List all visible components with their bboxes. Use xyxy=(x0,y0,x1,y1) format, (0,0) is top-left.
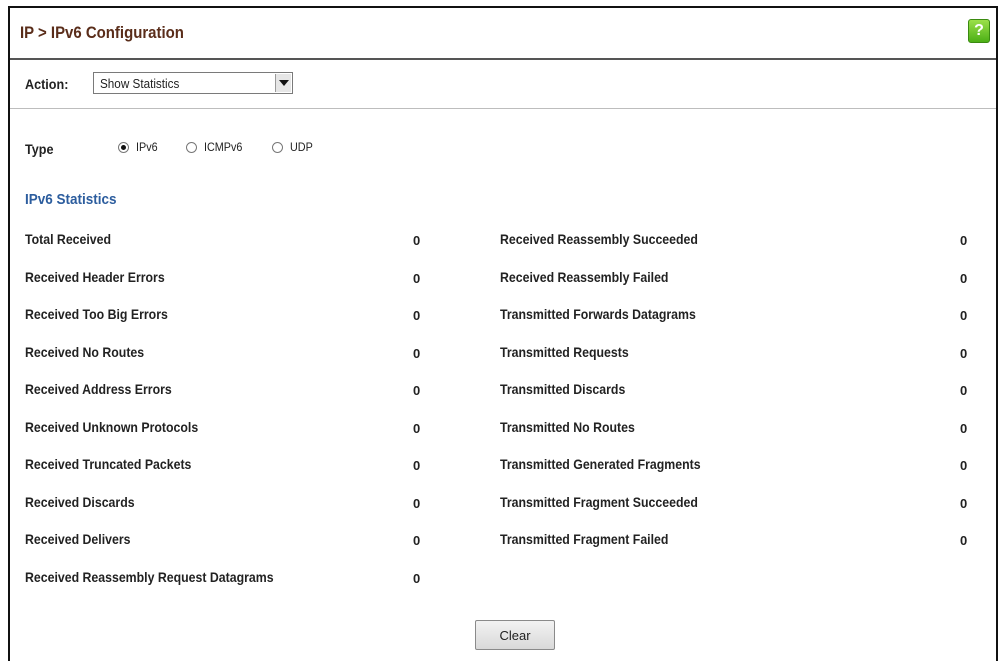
stat-value: 0 xyxy=(413,383,421,398)
help-icon[interactable]: ? xyxy=(968,19,990,43)
stat-label: Received Discards xyxy=(25,494,135,510)
stat-label: Received Delivers xyxy=(25,531,131,547)
stat-label: Received Reassembly Succeeded xyxy=(500,231,698,247)
stat-value: 0 xyxy=(960,346,968,361)
stat-value: 0 xyxy=(413,308,421,323)
action-select-value: Show Statistics xyxy=(100,76,180,91)
stat-value: 0 xyxy=(413,496,421,511)
stat-label: Received Header Errors xyxy=(25,269,165,285)
radio-icmpv6[interactable]: ICMPv6 xyxy=(186,140,247,154)
stat-value: 0 xyxy=(960,533,968,548)
type-row: Type IPv6 ICMPv6 UDP xyxy=(10,138,610,158)
stat-label: Transmitted Fragment Failed xyxy=(500,531,669,547)
clear-button[interactable]: Clear xyxy=(475,620,555,650)
stat-label: Transmitted Requests xyxy=(500,344,629,360)
action-bar: Action: Show Statistics xyxy=(10,60,996,109)
stat-value: 0 xyxy=(960,233,968,248)
stat-label: Total Received xyxy=(25,231,112,247)
radio-ipv6-label: IPv6 xyxy=(136,140,158,154)
stat-value: 0 xyxy=(413,271,421,286)
stat-label: Received Reassembly Request Datagrams xyxy=(25,569,274,585)
radio-icmpv6-button[interactable] xyxy=(186,141,197,153)
stat-value: 0 xyxy=(960,383,968,398)
action-select[interactable]: Show Statistics xyxy=(93,72,293,94)
stat-label: Transmitted Discards xyxy=(500,381,626,397)
config-panel: IP > IPv6 Configuration ? Action: Show S… xyxy=(8,6,998,661)
type-label: Type xyxy=(25,141,54,157)
stat-label: Transmitted Fragment Succeeded xyxy=(500,494,698,510)
stat-value: 0 xyxy=(413,421,421,436)
radio-udp-label: UDP xyxy=(290,140,313,154)
stat-label: Received Too Big Errors xyxy=(25,306,168,322)
stat-label: Transmitted Forwards Datagrams xyxy=(500,306,696,322)
chevron-down-icon[interactable] xyxy=(275,74,291,92)
stat-value: 0 xyxy=(960,421,968,436)
stat-label: Received Unknown Protocols xyxy=(25,419,199,435)
stat-value: 0 xyxy=(413,346,421,361)
stat-value: 0 xyxy=(413,458,421,473)
radio-udp-button[interactable] xyxy=(272,141,283,153)
stat-value: 0 xyxy=(413,533,421,548)
stat-label: Received Reassembly Failed xyxy=(500,269,669,285)
radio-udp[interactable]: UDP xyxy=(272,140,315,154)
section-title: IPv6 Statistics xyxy=(25,191,117,208)
radio-ipv6-button[interactable] xyxy=(118,141,129,153)
stat-label: Transmitted No Routes xyxy=(500,419,635,435)
stat-value: 0 xyxy=(413,233,421,248)
stat-label: Received No Routes xyxy=(25,344,145,360)
title-bar: IP > IPv6 Configuration ? xyxy=(10,8,996,60)
stat-label: Transmitted Generated Fragments xyxy=(500,456,701,472)
radio-icmpv6-label: ICMPv6 xyxy=(204,140,243,154)
stat-value: 0 xyxy=(960,308,968,323)
stat-value: 0 xyxy=(960,458,968,473)
page-title: IP > IPv6 Configuration xyxy=(20,23,184,42)
stat-label: Received Address Errors xyxy=(25,381,172,397)
stat-value: 0 xyxy=(960,271,968,286)
action-label: Action: xyxy=(25,76,69,92)
stat-value: 0 xyxy=(413,571,421,586)
radio-ipv6[interactable]: IPv6 xyxy=(118,140,160,154)
stat-label: Received Truncated Packets xyxy=(25,456,192,472)
stat-value: 0 xyxy=(960,496,968,511)
